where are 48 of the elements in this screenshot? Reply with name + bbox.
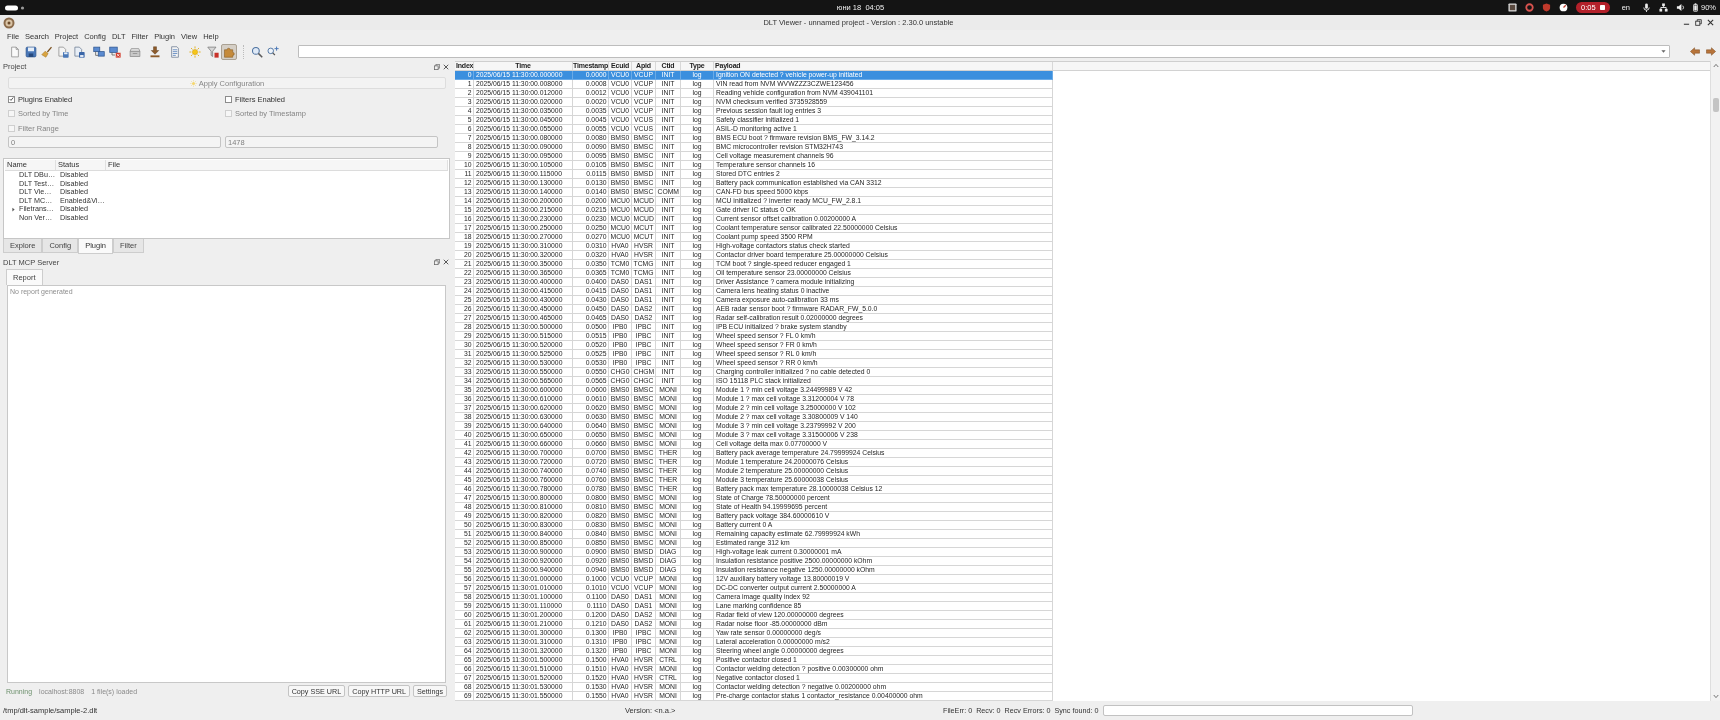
picture-icon[interactable] bbox=[1508, 3, 1518, 12]
network-computers-icon bbox=[93, 45, 105, 58]
toolbar-button[interactable] bbox=[147, 43, 163, 60]
volume-icon[interactable] bbox=[1676, 3, 1685, 12]
toolbar-button[interactable] bbox=[23, 43, 39, 60]
text-field[interactable] bbox=[1103, 705, 1414, 716]
toolbar-button[interactable] bbox=[107, 43, 123, 60]
stop-icon bbox=[1599, 5, 1605, 10]
workspaces-icon[interactable] bbox=[5, 4, 25, 11]
toolbar-button[interactable] bbox=[221, 43, 237, 60]
network-icon[interactable] bbox=[1659, 3, 1668, 12]
toolbar-button[interactable] bbox=[55, 43, 71, 60]
ring-icon[interactable] bbox=[1525, 3, 1535, 12]
puzzle-piece-icon bbox=[223, 45, 235, 58]
close-icon[interactable] bbox=[1707, 19, 1714, 26]
computer-cross-icon bbox=[109, 45, 121, 58]
toolbar-button[interactable] bbox=[91, 43, 107, 60]
blank-page-icon bbox=[9, 45, 21, 58]
battery-icon[interactable] bbox=[1693, 3, 1698, 12]
broom-icon bbox=[41, 45, 53, 58]
close-icon[interactable] bbox=[443, 259, 449, 265]
search-field[interactable] bbox=[298, 45, 1670, 58]
left-arrow-icon[interactable] bbox=[1690, 47, 1700, 56]
shield-icon[interactable] bbox=[1542, 3, 1552, 12]
right-arrow-icon[interactable] bbox=[1706, 47, 1716, 56]
caret-icon[interactable] bbox=[1661, 50, 1666, 53]
find-next-icon bbox=[267, 45, 279, 58]
float-icon[interactable] bbox=[434, 63, 440, 70]
checkbox[interactable] bbox=[225, 95, 232, 103]
float-icon[interactable] bbox=[434, 259, 440, 265]
restore-icon[interactable] bbox=[1695, 19, 1702, 26]
filter-icon bbox=[207, 45, 219, 58]
checkbox[interactable] bbox=[8, 95, 15, 103]
app-logo-icon bbox=[3, 16, 15, 29]
scroll-thumb[interactable] bbox=[1712, 98, 1719, 112]
tray-icon bbox=[129, 45, 141, 58]
toolbar-button[interactable] bbox=[71, 43, 87, 60]
close-icon[interactable] bbox=[443, 63, 449, 70]
sun-icon bbox=[189, 45, 201, 58]
expand-arrow-icon[interactable] bbox=[12, 207, 15, 213]
search-icon bbox=[251, 45, 263, 58]
microphone-icon[interactable] bbox=[1642, 3, 1651, 12]
toolbar-button[interactable] bbox=[205, 43, 221, 60]
sun-icon bbox=[189, 79, 197, 87]
download-arrow-icon bbox=[149, 45, 161, 58]
document-icon bbox=[169, 45, 181, 58]
tick-icon bbox=[9, 96, 14, 103]
gauge-icon[interactable] bbox=[1559, 3, 1569, 12]
